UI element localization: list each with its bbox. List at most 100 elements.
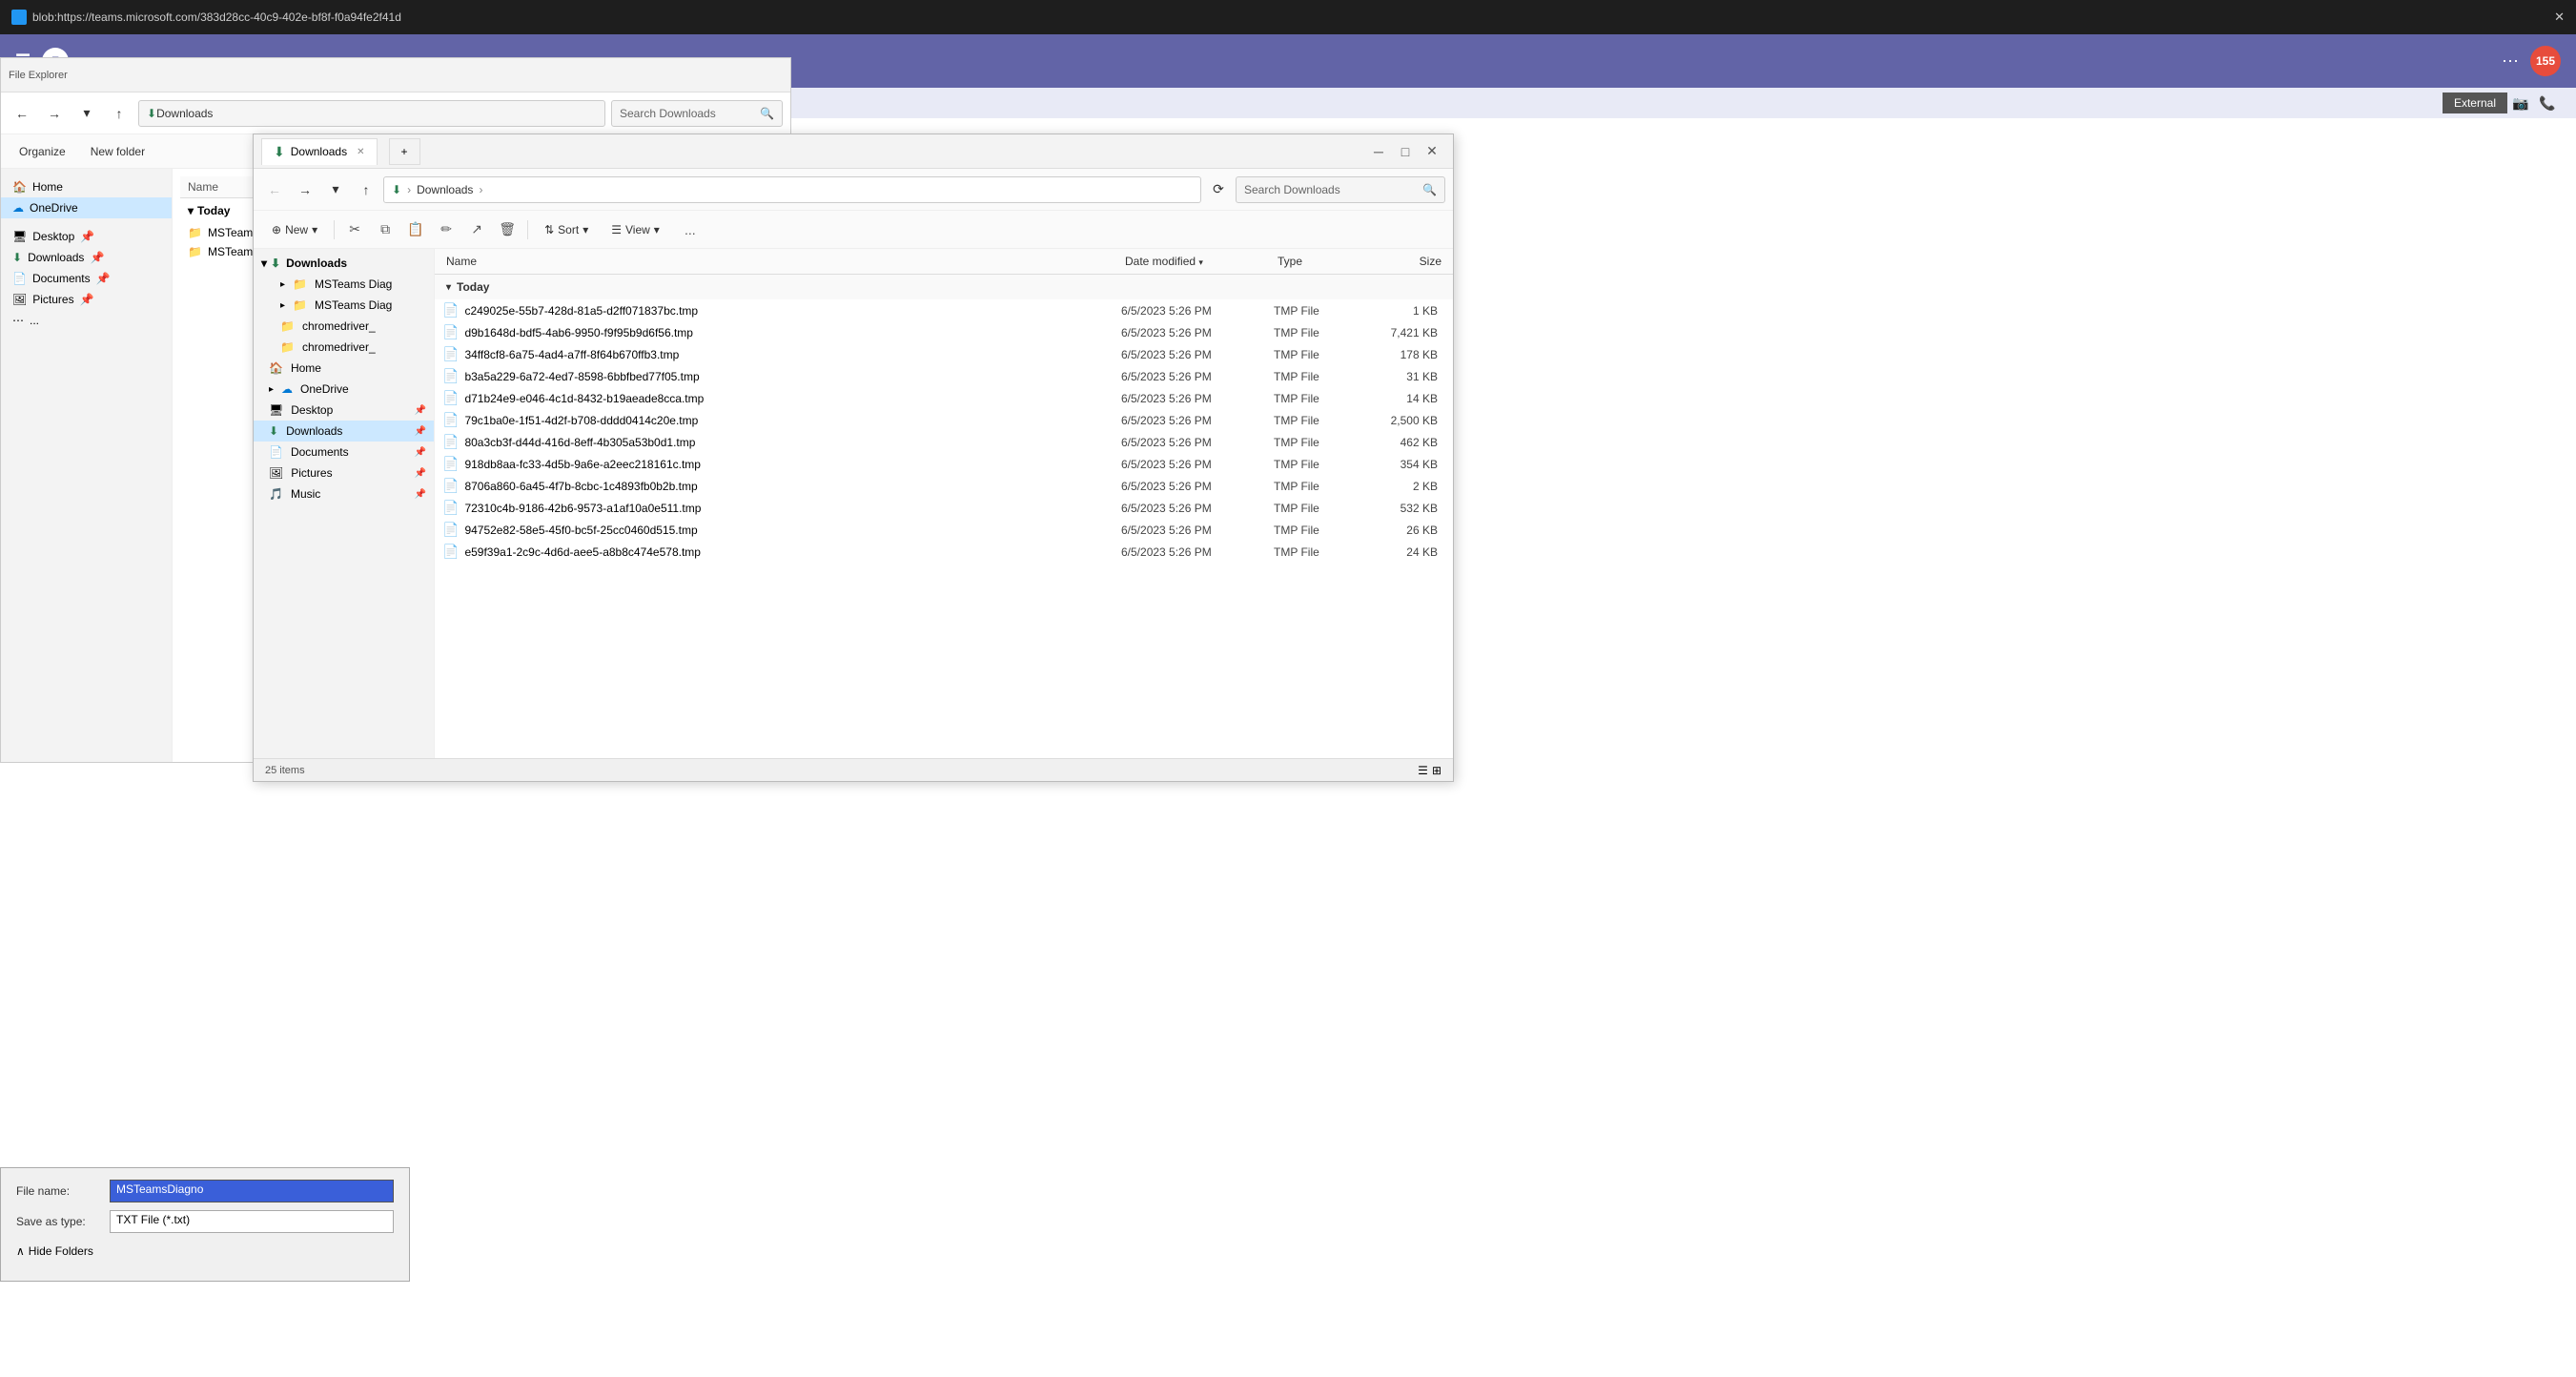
nav-refresh-btn[interactable]: ⟳ [1205, 176, 1232, 203]
save-type-select[interactable]: TXT File (*.txt) [110, 1210, 394, 1233]
teams-more-btn[interactable]: ⋯ [2502, 51, 2519, 72]
view-icon: ☰ [611, 223, 622, 236]
file-row[interactable]: 📄 8706a860-6a45-4f7b-8cbc-1c4893fb0b2b.t… [435, 475, 1453, 497]
back-today-chevron: ▾ [188, 204, 194, 217]
file-name: b3a5a229-6a72-4ed7-8598-6bbfbed77f05.tmp [464, 370, 699, 383]
file-row[interactable]: 📄 b3a5a229-6a72-4ed7-8598-6bbfbed77f05.t… [435, 365, 1453, 387]
file-size: 14 KB [1369, 392, 1445, 405]
col-header-date[interactable]: Date modified ▾ [1121, 253, 1274, 270]
file-type: TMP File [1274, 458, 1369, 471]
copy-btn[interactable]: ⧉ [371, 216, 399, 244]
sidebar-downloads-main[interactable]: ⬇ Downloads 📌 [254, 421, 434, 442]
msteams1-label: MSTeams Diag [315, 277, 392, 291]
sidebar-msteams2[interactable]: ▸ 📁 MSTeams Diag [254, 295, 434, 316]
back-sidebar-pictures[interactable]: 🖼 Pictures 📌 [1, 289, 172, 310]
documents-icon: 📄 [12, 272, 27, 285]
back-sidebar-desktop[interactable]: 🖥 Desktop 📌 [1, 226, 172, 247]
file-row[interactable]: 📄 34ff8cf8-6a75-4ad4-a7ff-8f64b670ffb3.t… [435, 343, 1453, 365]
sidebar-home[interactable]: 🏠 Home [254, 358, 434, 379]
back-nav-recent[interactable]: ▾ [73, 100, 100, 127]
teams-camera-btn[interactable]: 📷 [2507, 90, 2534, 116]
more-options-btn[interactable]: ... [676, 216, 705, 244]
back-sidebar-documents[interactable]: 📄 Documents 📌 [1, 268, 172, 289]
new-btn[interactable]: ⊕ New ▾ [261, 216, 328, 244]
file-row[interactable]: 📄 72310c4b-9186-42b6-9573-a1af10a0e511.t… [435, 497, 1453, 519]
teams-call-btn[interactable]: 📞 [2534, 90, 2561, 116]
file-row[interactable]: 📄 d71b24e9-e046-4c1d-8432-b19aeade8cca.t… [435, 387, 1453, 409]
file-type: TMP File [1274, 414, 1369, 427]
sidebar-pictures[interactable]: 🖼 Pictures 📌 [254, 462, 434, 483]
back-window-title: File Explorer [9, 70, 68, 81]
back-sidebar-onedrive[interactable]: ☁ OneDrive [1, 197, 172, 218]
sidebar-desktop[interactable]: 🖥 Desktop 📌 [254, 400, 434, 421]
address-download-icon: ⬇ [392, 183, 401, 196]
file-row[interactable]: 📄 79c1ba0e-1f51-4d2f-b708-dddd0414c20e.t… [435, 409, 1453, 431]
nav-recent-btn[interactable]: ▾ [322, 176, 349, 203]
search-bar[interactable]: Search Downloads 🔍 [1236, 176, 1445, 203]
sidebar-music[interactable]: 🎵 Music 📌 [254, 483, 434, 504]
new-tab-btn[interactable]: + [389, 138, 420, 165]
teams-external-btn[interactable]: External [2443, 92, 2507, 113]
file-date: 6/5/2023 5:26 PM [1121, 524, 1274, 537]
back-sidebar-more[interactable]: ⋯ ... [1, 310, 172, 331]
paste-btn[interactable]: 📋 [401, 216, 430, 244]
close-window-btn[interactable]: ✕ [1419, 138, 1445, 165]
minimize-btn[interactable]: ─ [1365, 138, 1392, 165]
close-tab-btn[interactable]: ✕ [357, 147, 364, 157]
col-headers: Name Date modified ▾ Type Size [435, 249, 1453, 275]
back-address-icon: ⬇ [147, 107, 156, 120]
col-header-name[interactable]: Name [442, 253, 1121, 270]
sidebar-chromedriver2[interactable]: 📁 chromedriver_ [254, 337, 434, 358]
teams-close-btn[interactable]: ✕ [2554, 10, 2565, 25]
downloads-pin-icon: 📌 [90, 251, 104, 264]
delete-btn[interactable]: 🗑 [493, 216, 521, 244]
col-header-type[interactable]: Type [1274, 253, 1369, 270]
explorer-tab-downloads[interactable]: ⬇ Downloads ✕ [261, 138, 378, 165]
status-bar: 25 items ☰ ⊞ [254, 758, 1453, 781]
sort-btn[interactable]: ⇅ Sort ▾ [534, 216, 599, 244]
list-view-btn[interactable]: ☰ [1418, 764, 1428, 777]
file-date: 6/5/2023 5:26 PM [1121, 392, 1274, 405]
file-row[interactable]: 📄 918db8aa-fc33-4d5b-9a6e-a2eec218161c.t… [435, 453, 1453, 475]
col-header-size[interactable]: Size [1369, 253, 1445, 270]
file-row[interactable]: 📄 94752e82-58e5-45f0-bc5f-25cc0460d515.t… [435, 519, 1453, 541]
rename-btn[interactable]: ✏ [432, 216, 460, 244]
back-new-folder-btn[interactable]: New folder [80, 137, 155, 166]
sidebar-documents[interactable]: 📄 Documents 📌 [254, 442, 434, 462]
cut-btn[interactable]: ✂ [340, 216, 369, 244]
teams-count-badge[interactable]: 155 [2530, 46, 2561, 76]
file-row[interactable]: 📄 d9b1648d-bdf5-4ab6-9950-f9f95b9d6f56.t… [435, 321, 1453, 343]
restore-btn[interactable]: □ [1392, 138, 1419, 165]
explorer-titlebar: ⬇ Downloads ✕ + ─ □ ✕ [254, 134, 1453, 169]
sidebar-msteams1[interactable]: ▸ 📁 MSTeams Diag [254, 274, 434, 295]
save-filename-row: File name: MSTeamsDiagno [16, 1180, 394, 1202]
pictures-pin-main: 📌 [415, 468, 426, 479]
back-nav-forward[interactable]: → [41, 100, 68, 127]
file-row[interactable]: 📄 e59f39a1-2c9c-4d6d-aee5-a8b8c474e578.t… [435, 541, 1453, 563]
documents-label: Documents [291, 445, 349, 459]
file-name: d71b24e9-e046-4c1d-8432-b19aeade8cca.tmp [464, 392, 704, 405]
grid-view-btn[interactable]: ⊞ [1432, 764, 1441, 777]
sidebar-onedrive[interactable]: ▸ ☁ OneDrive [254, 379, 434, 400]
share-btn[interactable]: ↗ [462, 216, 491, 244]
save-filename-input[interactable]: MSTeamsDiagno [110, 1180, 394, 1202]
sidebar-chromedriver1[interactable]: 📁 chromedriver_ [254, 316, 434, 337]
sidebar-downloads-label: Downloads [286, 257, 347, 270]
back-organize-btn[interactable]: Organize [9, 137, 76, 166]
view-btn[interactable]: ☰ View ▾ [601, 216, 670, 244]
address-bar[interactable]: ⬇ › Downloads › [383, 176, 1201, 203]
back-nav-up[interactable]: ↑ [106, 100, 133, 127]
file-row[interactable]: 📄 c249025e-55b7-428d-81a5-d2ff071837bc.t… [435, 299, 1453, 321]
nav-up-btn[interactable]: ↑ [353, 176, 379, 203]
back-sidebar-downloads[interactable]: ⬇ Downloads 📌 [1, 247, 172, 268]
sidebar-downloads-section[interactable]: ▾ ⬇ Downloads [254, 253, 434, 274]
nav-forward-btn[interactable]: → [292, 176, 318, 203]
back-address-bar[interactable]: ⬇ Downloads [138, 100, 605, 127]
back-sidebar-home[interactable]: 🏠 Home [1, 176, 172, 197]
hide-folders-btn[interactable]: ∧ Hide Folders [16, 1241, 394, 1262]
teams-title-text: blob:https://teams.microsoft.com/383d28c… [32, 10, 401, 24]
file-row[interactable]: 📄 80a3cb3f-d44d-416d-8eff-4b305a53b0d1.t… [435, 431, 1453, 453]
back-nav-back[interactable]: ← [9, 100, 35, 127]
back-search-bar[interactable]: Search Downloads 🔍 [611, 100, 783, 127]
nav-back-btn[interactable]: ← [261, 176, 288, 203]
